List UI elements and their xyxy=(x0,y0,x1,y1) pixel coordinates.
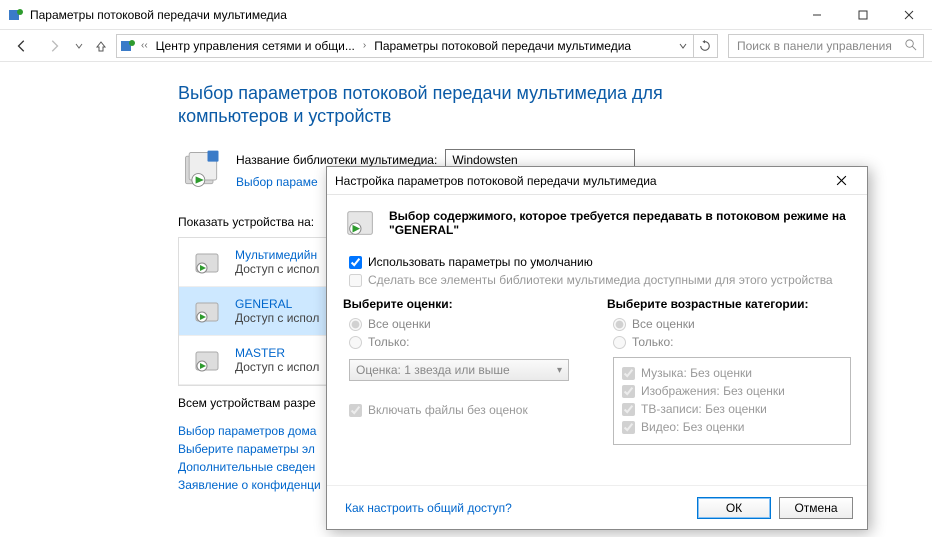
show-devices-label: Показать устройства на: xyxy=(178,215,314,229)
nav-toolbar: ‹‹ Центр управления сетями и общи... › П… xyxy=(0,30,932,62)
device-icon xyxy=(189,244,225,280)
device-name: Мультимедийн xyxy=(235,248,319,262)
rating-only-radio xyxy=(349,336,362,349)
content-images-label: Изображения: Без оценки xyxy=(641,384,785,398)
content-tv-label: ТВ-записи: Без оценки xyxy=(641,402,767,416)
maximize-button[interactable] xyxy=(840,0,886,29)
breadcrumb-seg-2[interactable]: Параметры потоковой передачи мультимедиа xyxy=(370,39,635,53)
content-tv-row: ТВ-записи: Без оценки xyxy=(622,402,842,416)
dialog-close-button[interactable] xyxy=(823,175,859,186)
rating-only-label: Только: xyxy=(368,335,409,349)
all-devices-label: Всем устройствам разре xyxy=(178,396,316,410)
breadcrumb-dropdown[interactable] xyxy=(675,35,691,57)
ratings-header: Выберите оценки: xyxy=(343,297,587,311)
device-name: GENERAL xyxy=(235,297,319,311)
device-name: MASTER xyxy=(235,346,319,360)
content-video-checkbox xyxy=(622,421,635,434)
nav-back-button[interactable] xyxy=(8,34,36,58)
content-tv-checkbox xyxy=(622,403,635,416)
parental-all-radio xyxy=(613,318,626,331)
use-default-checkbox-row[interactable]: Использовать параметры по умолчанию xyxy=(349,255,851,269)
cancel-button[interactable]: Отмена xyxy=(779,497,853,519)
include-unrated-row: Включать файлы без оценок xyxy=(349,403,587,417)
chevron-right-icon[interactable]: › xyxy=(361,40,368,51)
rating-all-label: Все оценки xyxy=(368,317,431,331)
chevron-down-icon: ▾ xyxy=(557,365,562,376)
chevron-right-icon[interactable]: ‹‹ xyxy=(139,40,150,51)
dialog-head-icon xyxy=(343,205,379,241)
library-name-label: Название библиотеки мультимедиа: xyxy=(236,153,437,167)
media-library-icon xyxy=(178,145,226,193)
parental-header: Выберите возрастные категории: xyxy=(607,297,851,311)
content-types-box: Музыка: Без оценки Изображения: Без оцен… xyxy=(613,357,851,445)
ok-button[interactable]: ОК xyxy=(697,497,771,519)
parental-only-row: Только: xyxy=(613,335,851,349)
use-default-label: Использовать параметры по умолчанию xyxy=(368,255,593,269)
dialog-heading: Выбор содержимого, которое требуется пер… xyxy=(389,209,851,237)
nav-history-dropdown[interactable] xyxy=(72,42,86,50)
device-icon xyxy=(189,293,225,329)
close-button[interactable] xyxy=(886,0,932,29)
make-all-available-label: Сделать все элементы библиотеки мультиме… xyxy=(368,273,833,287)
rating-only-row: Только: xyxy=(349,335,587,349)
search-box[interactable] xyxy=(728,34,924,58)
device-sub: Доступ с испол xyxy=(235,262,319,276)
content-images-row: Изображения: Без оценки xyxy=(622,384,842,398)
window-title: Параметры потоковой передачи мультимедиа xyxy=(30,8,794,22)
device-sub: Доступ с испол xyxy=(235,360,319,374)
app-icon xyxy=(8,7,24,23)
nav-forward-button[interactable] xyxy=(40,34,68,58)
include-unrated-label: Включать файлы без оценок xyxy=(368,403,528,417)
nav-up-button[interactable] xyxy=(90,39,112,53)
window-titlebar: Параметры потоковой передачи мультимедиа xyxy=(0,0,932,30)
content-music-checkbox xyxy=(622,367,635,380)
breadcrumb-seg-1[interactable]: Центр управления сетями и общи... xyxy=(152,39,359,53)
make-all-available-checkbox xyxy=(349,274,362,287)
use-default-checkbox[interactable] xyxy=(349,256,362,269)
customize-dialog: Настройка параметров потоковой передачи … xyxy=(326,166,868,530)
search-input[interactable] xyxy=(735,38,904,54)
refresh-icon[interactable] xyxy=(693,35,715,57)
dialog-help-link[interactable]: Как настроить общий доступ? xyxy=(341,501,512,515)
make-all-available-row: Сделать все элементы библиотеки мультиме… xyxy=(349,273,851,287)
page-title: Выбор параметров потоковой передачи муль… xyxy=(178,82,738,127)
search-icon[interactable] xyxy=(904,38,917,54)
dialog-titlebar: Настройка параметров потоковой передачи … xyxy=(327,167,867,195)
rating-all-radio xyxy=(349,318,362,331)
rating-combo: Оценка: 1 звезда или выше ▾ xyxy=(349,359,569,381)
parental-all-row: Все оценки xyxy=(613,317,851,331)
content-images-checkbox xyxy=(622,385,635,398)
content-video-label: Видео: Без оценки xyxy=(641,420,745,434)
parental-only-radio xyxy=(613,336,626,349)
breadcrumb[interactable]: ‹‹ Центр управления сетями и общи... › П… xyxy=(116,34,718,58)
dialog-title: Настройка параметров потоковой передачи … xyxy=(335,174,823,188)
breadcrumb-root-icon[interactable] xyxy=(119,38,137,54)
rating-combo-value: Оценка: 1 звезда или выше xyxy=(356,363,510,377)
device-icon xyxy=(189,342,225,378)
content-video-row: Видео: Без оценки xyxy=(622,420,842,434)
rating-all-row: Все оценки xyxy=(349,317,587,331)
minimize-button[interactable] xyxy=(794,0,840,29)
parental-all-label: Все оценки xyxy=(632,317,695,331)
content-music-label: Музыка: Без оценки xyxy=(641,366,752,380)
content-music-row: Музыка: Без оценки xyxy=(622,366,842,380)
include-unrated-checkbox xyxy=(349,404,362,417)
device-sub: Доступ с испол xyxy=(235,311,319,325)
parental-only-label: Только: xyxy=(632,335,673,349)
